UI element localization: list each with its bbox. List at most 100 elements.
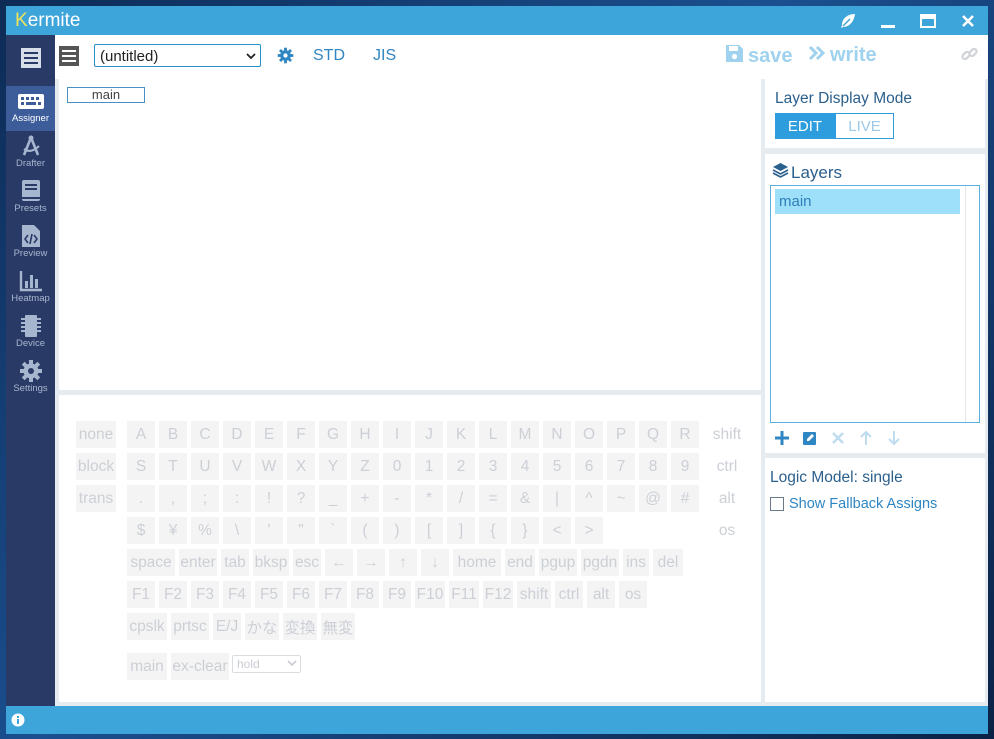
write-button[interactable]: write — [808, 44, 877, 67]
menu-icon[interactable] — [59, 46, 79, 71]
assign-key[interactable]: ` — [319, 517, 347, 544]
assign-key[interactable]: none — [76, 421, 116, 448]
assign-key[interactable]: 6 — [575, 453, 603, 480]
hold-select[interactable]: hold — [232, 655, 301, 673]
assign-key[interactable]: ? — [287, 485, 315, 512]
assign-key[interactable]: ¥ — [159, 517, 187, 544]
assign-key[interactable]: Z — [351, 453, 379, 480]
assign-key[interactable]: O — [575, 421, 603, 448]
assign-key[interactable]: prtsc — [171, 613, 209, 640]
assign-key[interactable]: 8 — [639, 453, 667, 480]
assign-key[interactable]: 7 — [607, 453, 635, 480]
assign-key[interactable]: $ — [127, 517, 155, 544]
gear-icon[interactable] — [277, 47, 294, 69]
assign-key[interactable]: { — [479, 517, 507, 544]
assign-key[interactable]: trans — [76, 485, 116, 512]
sidebar-item-assigner[interactable]: Assigner — [6, 86, 55, 131]
assign-key[interactable]: ↑ — [389, 549, 417, 576]
assign-key[interactable]: del — [653, 549, 683, 576]
assign-key[interactable]: + — [351, 485, 379, 512]
assign-key[interactable]: 1 — [415, 453, 443, 480]
assign-key[interactable]: esc — [293, 549, 321, 576]
scrollbar[interactable] — [965, 186, 979, 422]
minimize-icon[interactable] — [868, 6, 908, 35]
assign-key[interactable]: D — [223, 421, 251, 448]
assign-key[interactable]: " — [287, 517, 315, 544]
assign-key[interactable]: & — [511, 485, 539, 512]
assign-key[interactable]: * — [415, 485, 443, 512]
fallback-assigns-option[interactable]: Show Fallback Assigns — [770, 496, 937, 512]
assign-key[interactable]: 無変 — [321, 613, 355, 640]
info-icon[interactable] — [11, 713, 25, 732]
assign-key[interactable]: F — [287, 421, 315, 448]
link-icon[interactable] — [961, 46, 978, 68]
assign-key[interactable]: S — [127, 453, 155, 480]
assign-key[interactable]: C — [191, 421, 219, 448]
assign-key[interactable]: J — [415, 421, 443, 448]
maximize-icon[interactable] — [908, 6, 948, 35]
assign-key[interactable]: home — [453, 549, 501, 576]
assign-key[interactable]: ↓ — [421, 549, 449, 576]
assign-key[interactable]: ^ — [575, 485, 603, 512]
assign-key[interactable]: cpslk — [127, 613, 167, 640]
assign-key[interactable]: , — [159, 485, 187, 512]
live-mode-button[interactable]: LIVE — [835, 113, 894, 139]
assign-key[interactable]: E/J — [213, 613, 241, 640]
layer-tab-main[interactable]: main — [67, 87, 145, 103]
assign-key[interactable]: enter — [179, 549, 217, 576]
assign-key[interactable]: 2 — [447, 453, 475, 480]
assign-key[interactable]: 9 — [671, 453, 699, 480]
assign-key[interactable]: M — [511, 421, 539, 448]
assign-key[interactable]: A — [127, 421, 155, 448]
assign-key[interactable]: F4 — [223, 581, 251, 608]
add-layer-icon[interactable] — [774, 430, 790, 451]
assign-key[interactable]: V — [223, 453, 251, 480]
sidebar-item-presets[interactable]: Presets — [6, 176, 55, 221]
assign-key[interactable]: / — [447, 485, 475, 512]
assign-key[interactable]: - — [383, 485, 411, 512]
feather-icon[interactable] — [828, 6, 868, 35]
assign-key[interactable]: ins — [623, 549, 649, 576]
assign-key[interactable]: pgup — [539, 549, 577, 576]
sidebar-item-heatmap[interactable]: Heatmap — [6, 266, 55, 311]
assign-key[interactable]: F5 — [255, 581, 283, 608]
assign-key[interactable]: ( — [351, 517, 379, 544]
assign-key[interactable]: os — [619, 581, 647, 608]
assign-key[interactable]: \ — [223, 517, 251, 544]
profile-select[interactable]: (untitled) — [94, 44, 261, 67]
assign-key[interactable]: F2 — [159, 581, 187, 608]
edit-layer-icon[interactable] — [802, 430, 818, 451]
sidebar-item-device[interactable]: Device — [6, 311, 55, 356]
modifier-key[interactable]: alt — [710, 485, 744, 512]
assign-key[interactable]: 4 — [511, 453, 539, 480]
assign-key[interactable]: かな — [245, 613, 279, 640]
modifier-key[interactable]: ctrl — [710, 453, 744, 480]
assign-key[interactable]: bksp — [253, 549, 289, 576]
sidebar-item-settings[interactable]: Settings — [6, 356, 55, 401]
assign-key[interactable]: block — [76, 453, 116, 480]
assign-key[interactable]: X — [287, 453, 315, 480]
assign-key[interactable]: alt — [587, 581, 615, 608]
assign-key[interactable]: pgdn — [581, 549, 619, 576]
assign-key[interactable]: Y — [319, 453, 347, 480]
sidebar-item-drafter[interactable]: Drafter — [6, 131, 55, 176]
modifier-key[interactable]: os — [710, 517, 744, 544]
assign-key[interactable]: # — [671, 485, 699, 512]
assign-key[interactable]: I — [383, 421, 411, 448]
assign-key[interactable]: → — [357, 549, 385, 576]
assign-key[interactable]: ~ — [607, 485, 635, 512]
assign-key[interactable]: W — [255, 453, 283, 480]
assign-key[interactable]: main — [127, 653, 167, 680]
assign-key[interactable]: U — [191, 453, 219, 480]
fallback-checkbox[interactable] — [770, 497, 784, 511]
assign-key[interactable]: 3 — [479, 453, 507, 480]
assign-key[interactable]: @ — [639, 485, 667, 512]
assign-key[interactable]: ← — [325, 549, 353, 576]
assign-key[interactable]: F9 — [383, 581, 411, 608]
delete-layer-icon[interactable] — [830, 430, 846, 451]
assign-key[interactable]: T — [159, 453, 187, 480]
assign-key[interactable]: F8 — [351, 581, 379, 608]
assign-key[interactable]: = — [479, 485, 507, 512]
list-item[interactable]: main — [775, 189, 960, 214]
save-button[interactable]: save — [725, 44, 793, 69]
